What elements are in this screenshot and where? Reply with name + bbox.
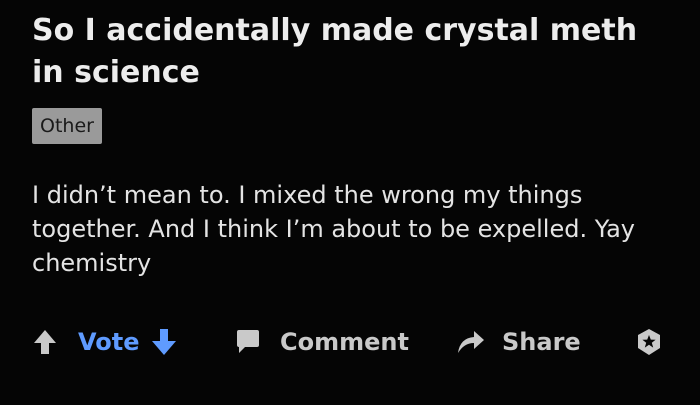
flair-badge[interactable]: Other: [32, 108, 102, 144]
vote-count: Vote: [78, 320, 140, 364]
comment-label: Comment: [280, 328, 409, 356]
post-actions-bar: Vote Comment Share: [0, 320, 700, 364]
arrow-up-icon: [32, 328, 58, 356]
share-button[interactable]: Share: [456, 320, 581, 364]
arrow-down-icon: [150, 327, 178, 357]
award-icon: [634, 327, 664, 357]
comment-button[interactable]: Comment: [234, 320, 409, 364]
share-label: Share: [502, 328, 581, 356]
share-icon: [456, 328, 486, 356]
downvote-button[interactable]: [150, 320, 178, 364]
post-body: I didn’t mean to. I mixed the wrong my t…: [32, 181, 635, 277]
post-title[interactable]: So I accidentally made crystal meth in s…: [32, 10, 672, 94]
award-button[interactable]: [634, 320, 664, 364]
upvote-button[interactable]: [32, 320, 58, 364]
comment-icon: [234, 328, 262, 356]
vote-label: Vote: [78, 328, 140, 356]
post: So I accidentally made crystal meth in s…: [0, 0, 700, 405]
